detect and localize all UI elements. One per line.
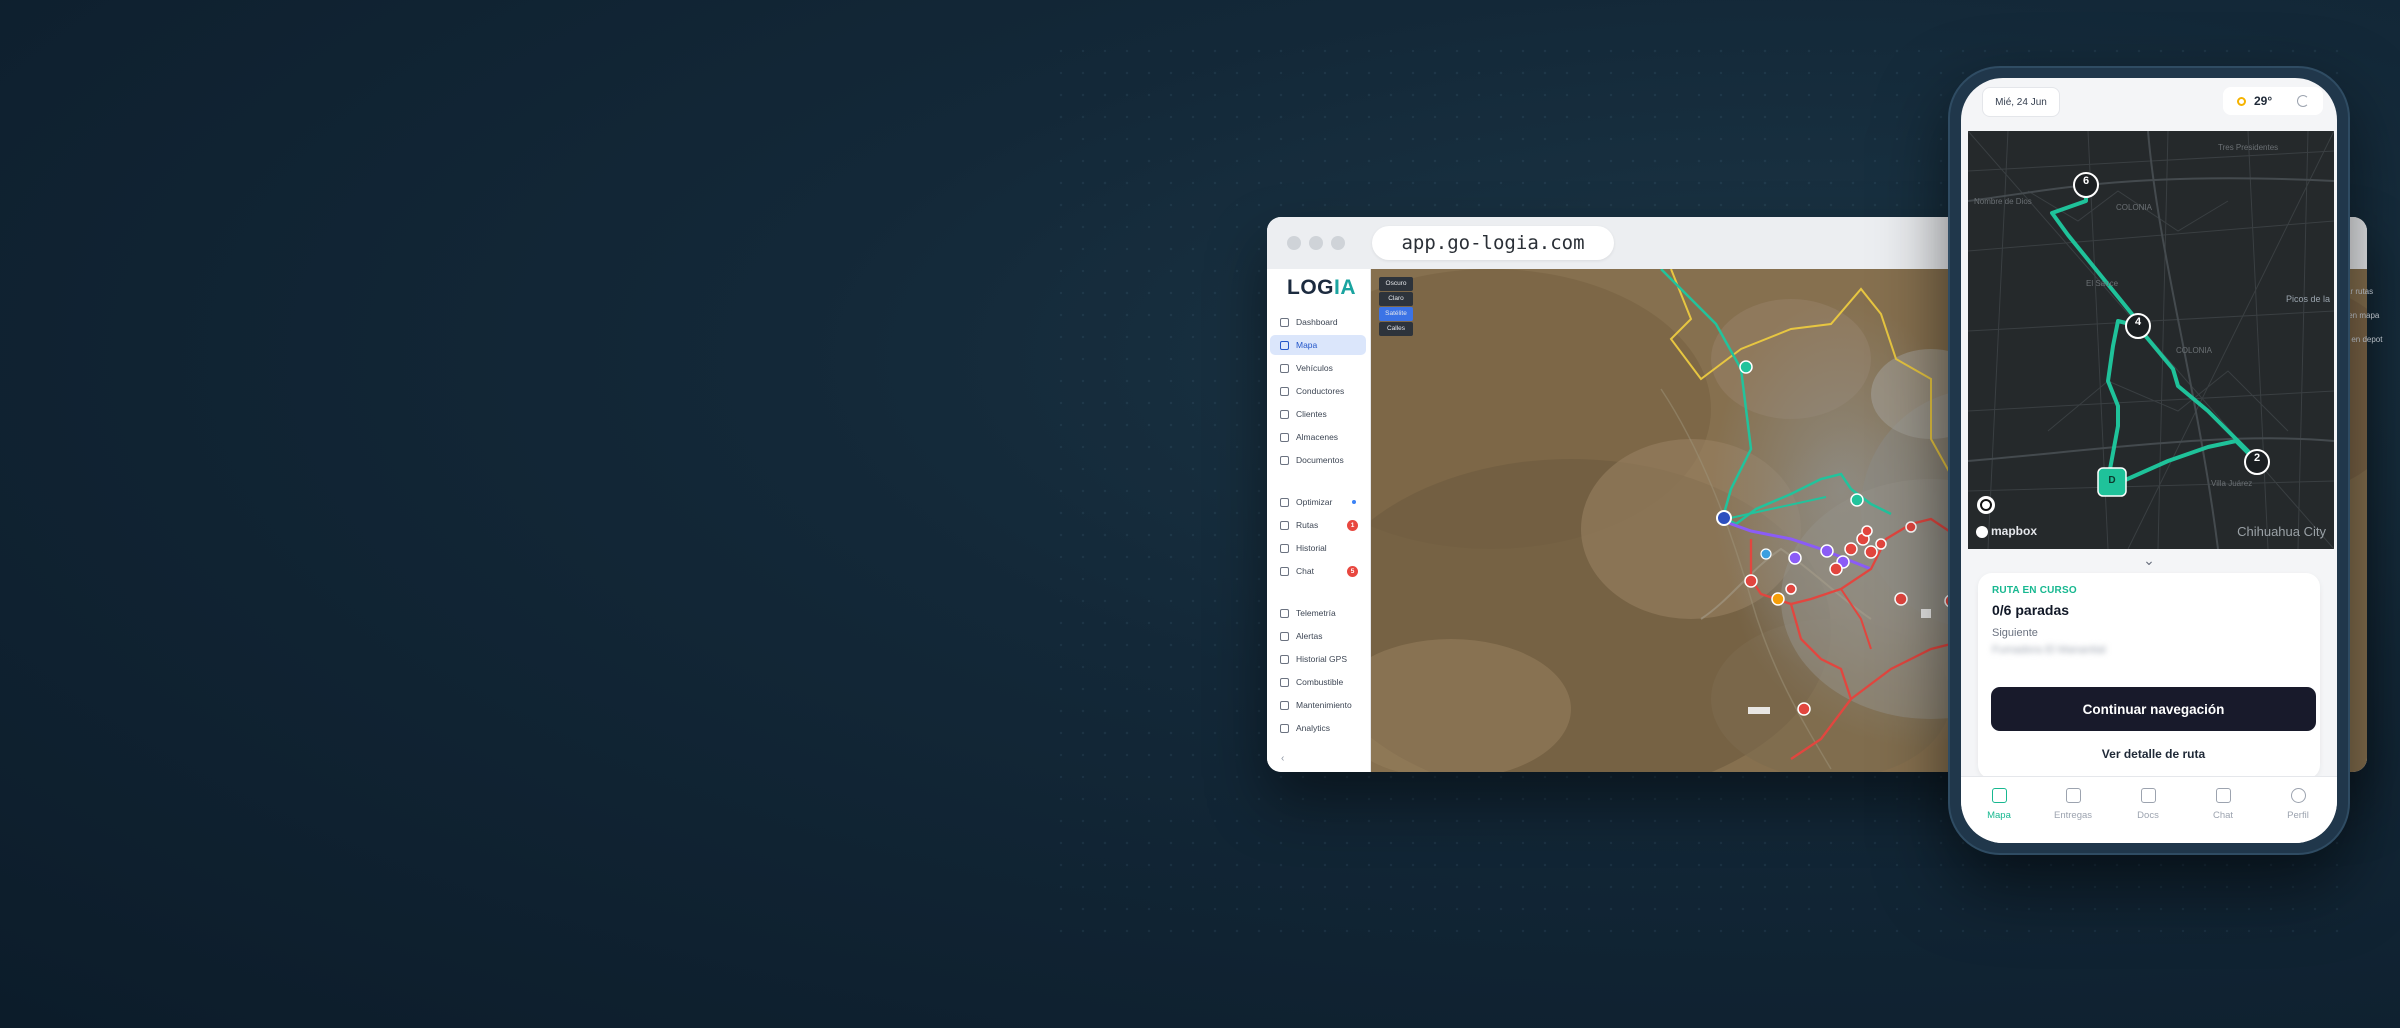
client-icon (1280, 409, 1289, 419)
sidebar-item-telemetria[interactable]: Telemetría (1270, 603, 1366, 623)
layer-calles-button[interactable]: Calles (1379, 322, 1413, 336)
sidebar-item-alertas[interactable]: Alertas (1270, 626, 1366, 646)
bell-icon (1280, 631, 1289, 641)
users-icon (1280, 386, 1289, 396)
map-area-label: Villa Juárez (2211, 479, 2253, 488)
document-icon (1280, 455, 1289, 465)
mapbox-attribution: mapbox (1991, 524, 2038, 538)
route-detail-button[interactable]: Ver detalle de ruta (1991, 737, 2316, 771)
tab-docs[interactable]: Docs (2111, 777, 2185, 843)
telemetry-icon (1280, 608, 1289, 618)
tab-mapa[interactable]: Mapa (1962, 777, 2036, 843)
refresh-icon[interactable] (2297, 95, 2309, 107)
sun-icon (2237, 96, 2246, 106)
optimize-icon (1280, 497, 1289, 507)
package-icon (2066, 788, 2081, 803)
document-icon (2141, 788, 2156, 803)
sidebar-item-combustible[interactable]: Combustible (1270, 672, 1366, 692)
sidebar-item-vehiculos[interactable]: Vehículos (1270, 358, 1366, 378)
sidebar-item-chat[interactable]: Chat 5 (1270, 561, 1366, 581)
map-place-label: Picos de la (2286, 294, 2331, 304)
map-area-label: Nombre de Dios (1974, 197, 2032, 206)
map-icon (1992, 788, 2007, 803)
truck-icon (1280, 363, 1289, 373)
fuel-icon (1280, 677, 1289, 687)
layer-oscuro-button[interactable]: Oscuro (1379, 277, 1413, 291)
history-icon (1280, 543, 1289, 553)
sidebar-item-historial-gps[interactable]: Historial GPS (1270, 649, 1366, 669)
stops-count: 0/6 paradas (1992, 602, 2070, 618)
stop-marker-2[interactable]: 2 (2249, 452, 2265, 464)
sidebar-item-documentos[interactable]: Documentos (1270, 450, 1366, 470)
map-area-label: COLONIA (2176, 346, 2213, 355)
layer-satelite-button[interactable]: Satélite (1379, 307, 1413, 321)
sidebar-item-clientes[interactable]: Clientes (1270, 404, 1366, 424)
sidebar-item-analytics[interactable]: Analytics (1270, 718, 1366, 738)
collapse-sidebar-button[interactable]: ‹ (1281, 753, 1284, 764)
sidebar-item-conductores[interactable]: Conductores (1270, 381, 1366, 401)
sidebar-item-mantenimiento[interactable]: Mantenimiento (1270, 695, 1366, 715)
weather-widget: 29° (2223, 87, 2323, 115)
stop-marker-6[interactable]: 6 (2078, 175, 2094, 187)
layer-claro-button[interactable]: Claro (1379, 292, 1413, 306)
address-bar[interactable]: app.go-logia.com (1372, 226, 1614, 260)
map-options-menu: ltar rutas s en mapa ar en depot (2342, 280, 2400, 352)
phone-route-map[interactable]: 6 4 2 D Chihuahua City mapbox COLONIA CO… (1968, 131, 2334, 549)
map-layer-switcher: Oscuro Claro Satélite Calles (1379, 277, 1413, 337)
sidebar-item-rutas[interactable]: Rutas 1 (1270, 515, 1366, 535)
temperature: 29° (2254, 94, 2273, 108)
sidebar-item-historial[interactable]: Historial (1270, 538, 1366, 558)
route-card: RUTA EN CURSO 0/6 paradas Siguiente Fuma… (1978, 573, 2320, 779)
warehouse-icon (1280, 432, 1289, 442)
chat-icon (2216, 788, 2231, 803)
menu-item-mapa[interactable]: s en mapa (2342, 304, 2400, 328)
clock-icon (1280, 654, 1289, 664)
window-maximize-dot[interactable] (1331, 236, 1345, 250)
window-minimize-dot[interactable] (1309, 236, 1323, 250)
chat-badge: 5 (1347, 565, 1358, 577)
user-icon (2291, 788, 2306, 803)
window-close-dot[interactable] (1287, 236, 1301, 250)
tab-perfil[interactable]: Perfil (2261, 777, 2335, 843)
next-stop-name: Fumadora El Manantial (1992, 644, 2106, 656)
chevron-down-icon[interactable]: ⌄ (1961, 552, 2337, 569)
next-stop-label: Siguiente (1992, 627, 2038, 639)
sidebar-item-mapa[interactable]: Mapa (1270, 335, 1366, 355)
wrench-icon (1280, 700, 1289, 710)
route-icon (1280, 520, 1289, 530)
phone-screen: Mié, 24 Jun 29° 6 4 2 D Chihuahua City m… (1961, 78, 2337, 843)
menu-item-rutas[interactable]: ltar rutas (2342, 280, 2400, 304)
sidebar-item-optimizar[interactable]: Optimizar (1270, 492, 1366, 512)
tab-chat[interactable]: Chat (2186, 777, 2260, 843)
city-label: Chihuahua City (2237, 524, 2326, 539)
menu-item-depot[interactable]: ar en depot (2342, 328, 2400, 352)
bottom-tab-bar: Mapa Entregas Docs Chat Perfil (1961, 776, 2337, 843)
depot-marker[interactable]: D (2104, 475, 2120, 486)
new-indicator-dot (1352, 500, 1356, 504)
sidebar-item-almacenes[interactable]: Almacenes (1270, 427, 1366, 447)
map-area-label: El Sauce (2086, 279, 2119, 288)
rutas-badge: 1 (1347, 519, 1358, 531)
map-area-label: COLONIA (2116, 203, 2153, 212)
sidebar-item-dashboard[interactable]: Dashboard (1270, 312, 1366, 332)
map-icon (1280, 340, 1289, 350)
tab-entregas[interactable]: Entregas (2036, 777, 2110, 843)
chart-icon (1280, 723, 1289, 733)
chat-icon (1280, 566, 1289, 576)
phone-map-canvas (1968, 131, 2334, 549)
sidebar: LOGIA Dashboard Mapa Vehículos Conductor… (1267, 269, 1371, 772)
dashboard-icon (1280, 317, 1289, 327)
stop-marker-4[interactable]: 4 (2130, 316, 2146, 328)
phone-mockup: Mié, 24 Jun 29° 6 4 2 D Chihuahua City m… (1948, 66, 2350, 855)
route-status-label: RUTA EN CURSO (1992, 585, 2077, 596)
app-logo[interactable]: LOGIA (1287, 276, 1356, 300)
map-area-label: Tres Presidentes (2218, 143, 2279, 152)
continue-navigation-button[interactable]: Continuar navegación (1991, 687, 2316, 731)
date-display: Mié, 24 Jun (1982, 87, 2060, 117)
